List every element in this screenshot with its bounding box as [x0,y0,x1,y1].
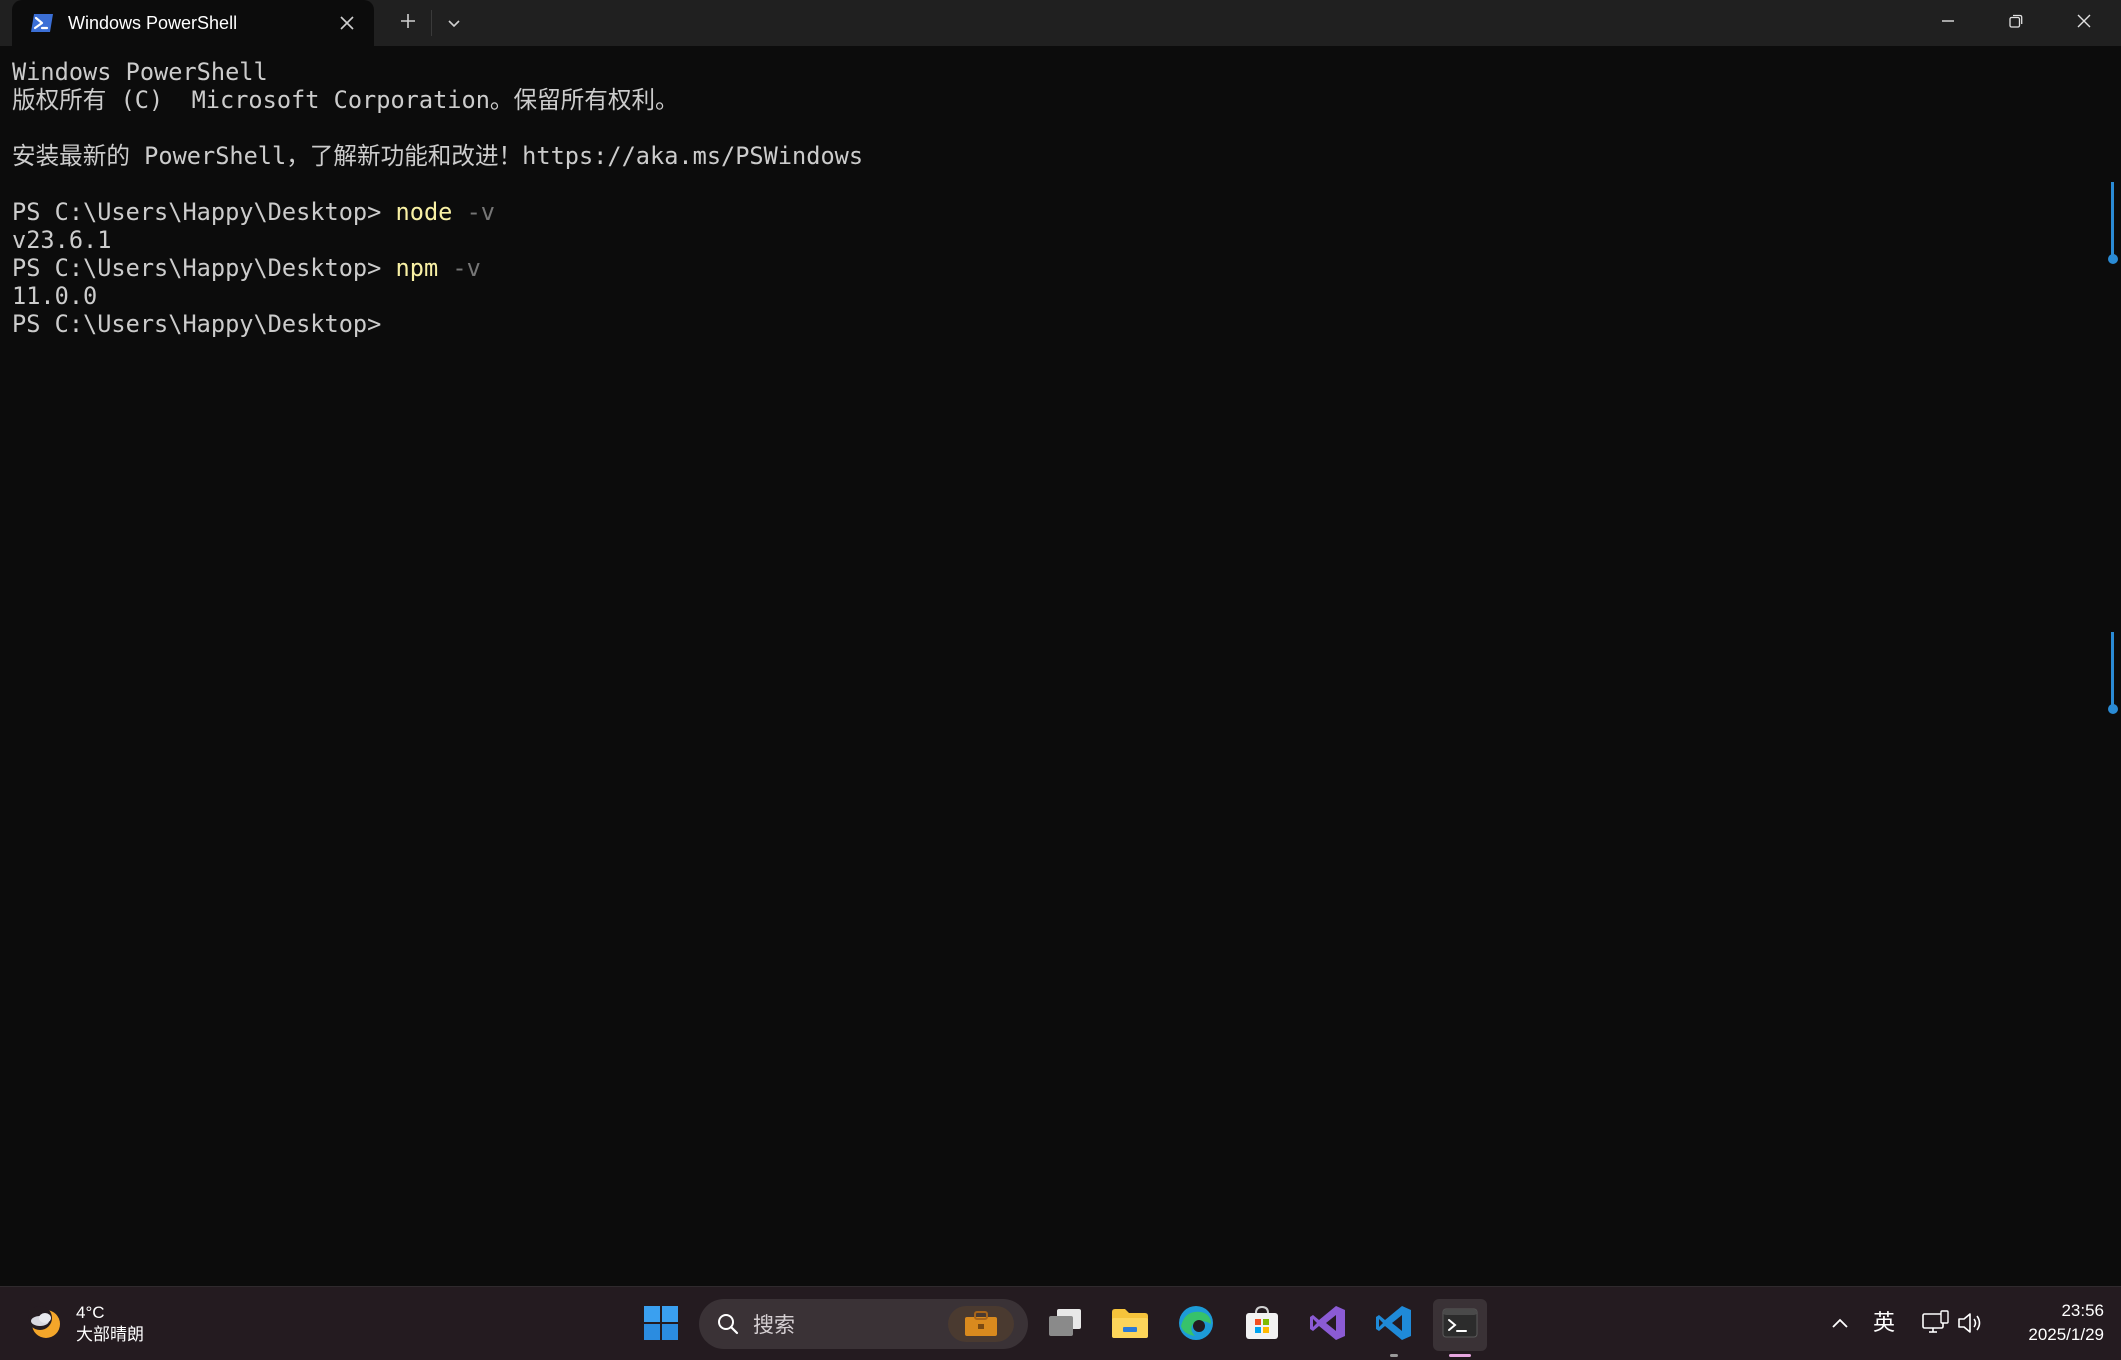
store-icon [1244,1305,1280,1345]
scroll-mark[interactable] [2108,182,2118,264]
briefcase-icon [948,1306,1014,1342]
input-language-indicator[interactable]: 英 [1873,1305,1895,1337]
start-button[interactable] [634,1299,688,1351]
prompt-text: PS C:\Users\Happy\Desktop> [12,198,396,226]
edge-button[interactable] [1169,1299,1223,1351]
chevron-down-icon [447,14,461,33]
tab-separator [431,10,432,36]
tab-powershell[interactable]: Windows PowerShell [12,0,374,46]
plus-icon [400,13,416,33]
file-explorer-button[interactable] [1103,1299,1157,1351]
copyright-line: 版权所有 (C) Microsoft Corporation。保留所有权利。 [12,86,679,114]
scroll-mark-bar [2111,632,2114,708]
command-output: 11.0.0 [12,282,98,310]
windows-logo-icon [643,1305,679,1345]
command-text: node [395,198,453,226]
restore-icon [2008,13,2024,33]
task-view-button[interactable] [1038,1299,1092,1351]
vscode-icon [1375,1304,1413,1346]
new-tab-button[interactable] [387,8,429,38]
parameter-text: -v [438,254,481,282]
tab-title: Windows PowerShell [68,12,238,33]
powershell-icon [30,13,54,33]
volume-icon[interactable] [1956,1309,1984,1337]
title-bar: Windows PowerShell [0,0,2121,46]
scroll-mark-bar [2111,182,2114,258]
install-hint-line: 安装最新的 PowerShell，了解新功能和改进！https://aka.ms… [12,142,864,170]
visual-studio-button[interactable] [1301,1299,1355,1351]
clock-time: 23:56 [2061,1301,2104,1320]
chevron-up-icon [1831,1314,1849,1333]
minimize-button[interactable] [1914,0,1982,46]
moon-cloud-icon [26,1304,66,1344]
close-tab-icon[interactable] [336,12,358,34]
minimize-icon [1940,13,1956,33]
terminal-window: Windows PowerShell Windows PowerShell 版权… [0,0,2121,1360]
running-indicator [1390,1354,1398,1357]
terminal-icon [1442,1307,1478,1343]
parameter-text: -v [452,198,495,226]
maximize-button[interactable] [1982,0,2050,46]
prompt-line: PS C:\Users\Happy\Desktop> node -v [12,198,2121,226]
command-output: v23.6.1 [12,226,112,254]
weather-widget[interactable]: 4°C 大部晴朗 [26,1297,144,1351]
task-view-icon [1047,1307,1083,1343]
visual-studio-icon [1309,1304,1347,1346]
prompt-text: PS C:\Users\Happy\Desktop> [12,254,396,282]
taskbar-search[interactable]: 搜索 [699,1299,1028,1349]
close-button[interactable] [2050,0,2118,46]
close-icon [2076,13,2092,33]
folder-icon [1111,1307,1149,1343]
search-placeholder: 搜索 [753,1314,795,1337]
prompt-line: PS C:\Users\Happy\Desktop> npm -v [12,254,2121,282]
terminal-button[interactable] [1433,1299,1487,1357]
command-text: npm [395,254,439,282]
prompt-text: PS C:\Users\Happy\Desktop> [12,310,382,338]
clock-date: 2025/1/29 [2028,1325,2104,1344]
microsoft-store-button[interactable] [1235,1299,1289,1351]
active-prompt-line[interactable]: PS C:\Users\Happy\Desktop> [12,310,2121,338]
weather-description: 大部晴朗 [76,1325,144,1344]
terminal-output[interactable]: Windows PowerShell 版权所有 (C) Microsoft Co… [0,46,2121,1286]
show-hidden-icons-button[interactable] [1826,1309,1854,1337]
weather-temperature: 4°C [76,1303,105,1322]
vscode-button[interactable] [1367,1299,1421,1357]
taskbar: 4°C 大部晴朗 搜索 英 23:56 2025/1/29 [0,1286,2121,1360]
taskbar-clock[interactable]: 23:56 2025/1/29 [2000,1299,2104,1347]
banner-line: Windows PowerShell [12,58,268,86]
scroll-mark-dot [2108,704,2118,714]
scroll-mark[interactable] [2108,632,2118,714]
active-indicator [1449,1354,1471,1357]
edge-icon [1177,1304,1215,1346]
tab-dropdown-button[interactable] [433,8,475,38]
network-icon[interactable] [1921,1309,1949,1337]
scroll-mark-dot [2108,254,2118,264]
search-icon [715,1311,741,1337]
